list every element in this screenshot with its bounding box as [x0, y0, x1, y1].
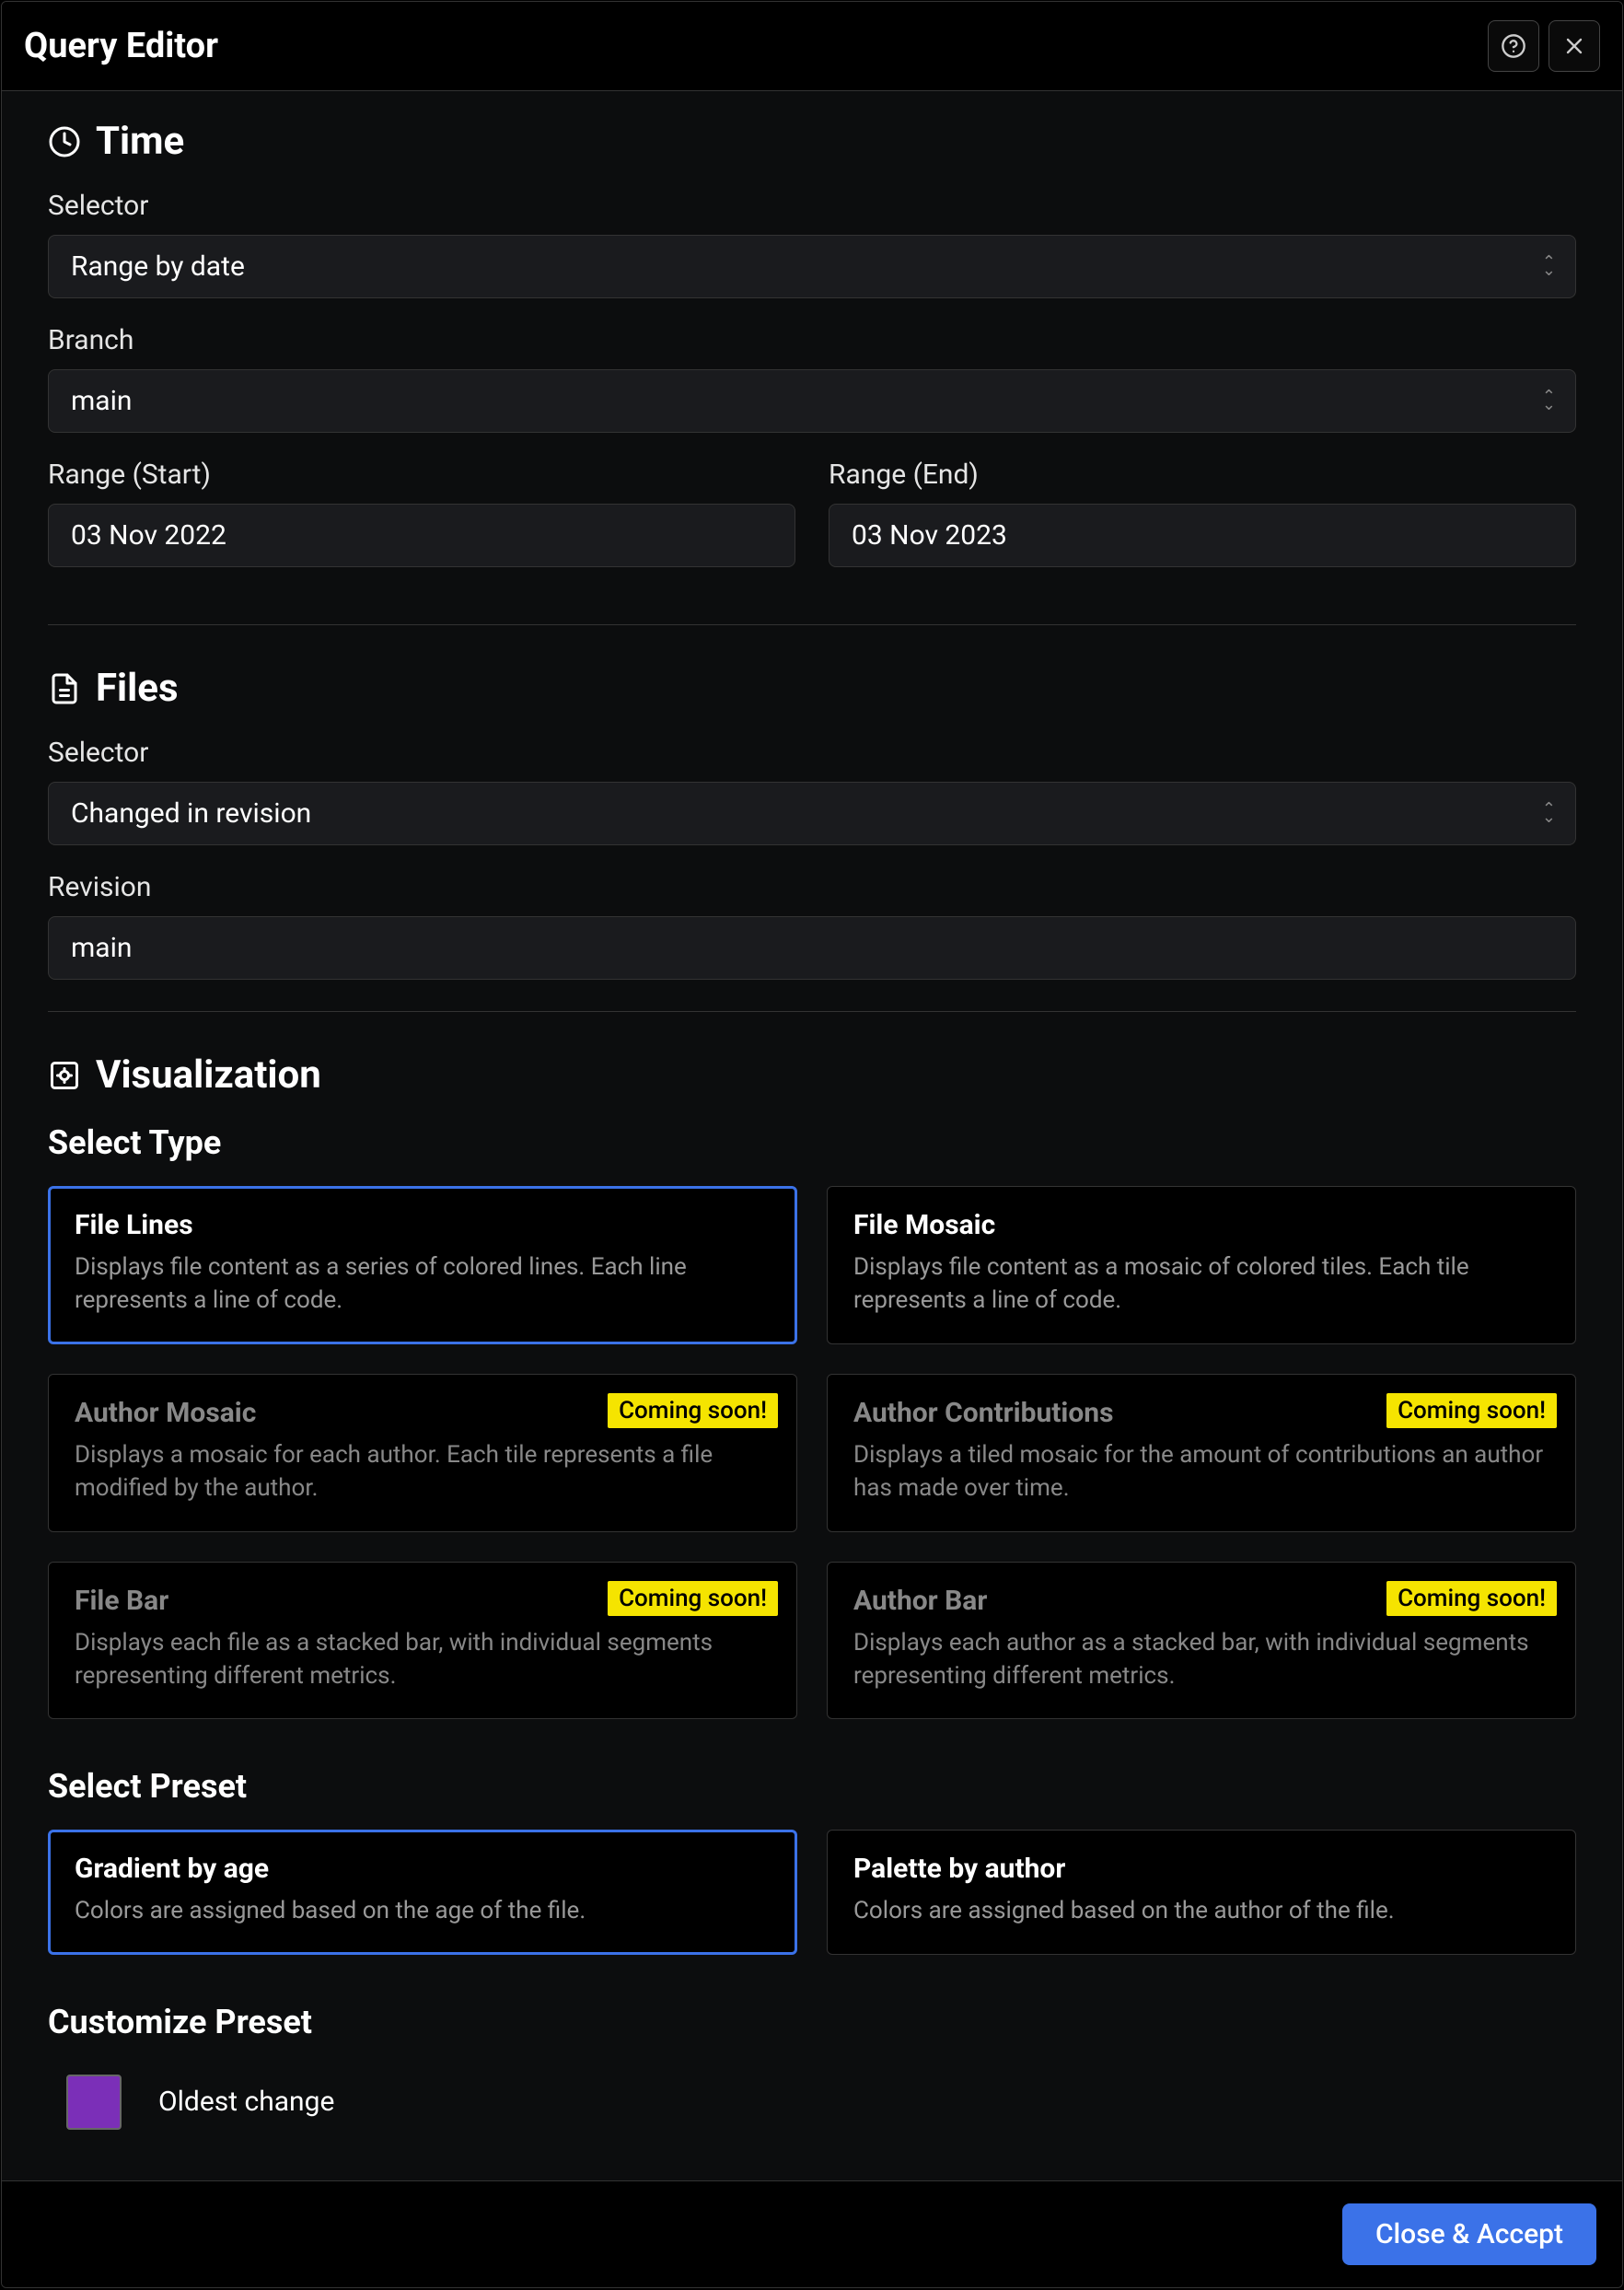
time-heading-text: Time [96, 119, 184, 164]
range-end-label: Range (End) [829, 459, 1576, 491]
file-icon [48, 672, 81, 705]
branch-label: Branch [48, 324, 1576, 356]
type-card: Author ContributionsDisplays a tiled mos… [827, 1374, 1576, 1532]
type-card: Author BarDisplays each author as a stac… [827, 1562, 1576, 1720]
time-selector-select[interactable]: Range by date [48, 235, 1576, 298]
coming-soon-badge: Coming soon! [1386, 1581, 1557, 1616]
modal-header: Query Editor [2, 2, 1622, 91]
range-end-input[interactable] [829, 504, 1576, 567]
type-card: Author MosaicDisplays a mosaic for each … [48, 1374, 797, 1532]
time-section: Time Selector Range by date ⌃⌄ Branch ma… [48, 119, 1576, 593]
files-selector-select[interactable]: Changed in revision [48, 782, 1576, 845]
preset-card-grid: Gradient by age Colors are assigned based… [48, 1830, 1576, 1954]
select-type-heading: Select Type [48, 1123, 1576, 1162]
type-card-grid: File Lines Displays file content as a ser… [48, 1186, 1576, 1719]
type-card: File BarDisplays each file as a stacked … [48, 1562, 797, 1720]
type-card-description: Displays file content as a mosaic of col… [853, 1250, 1549, 1318]
preset-card[interactable]: Palette by author Colors are assigned bas… [827, 1830, 1576, 1954]
customize-preset-heading: Customize Preset [48, 2003, 1576, 2041]
swatch-label: Oldest change [158, 2086, 334, 2118]
time-heading: Time [48, 119, 1576, 164]
range-end-field: Range (End) [829, 459, 1576, 567]
modal-body[interactable]: Time Selector Range by date ⌃⌄ Branch ma… [2, 91, 1622, 2180]
type-card-title: File Mosaic [853, 1209, 1549, 1241]
type-card[interactable]: File Lines Displays file content as a ser… [48, 1186, 797, 1344]
divider [48, 624, 1576, 625]
help-button[interactable] [1488, 20, 1539, 72]
files-selector-field: Selector Changed in revision ⌃⌄ [48, 737, 1576, 845]
visualization-heading: Visualization [48, 1052, 1576, 1098]
revision-input[interactable] [48, 916, 1576, 980]
range-start-field: Range (Start) [48, 459, 795, 567]
time-selector-label: Selector [48, 190, 1576, 222]
header-actions [1488, 20, 1600, 72]
close-accept-button[interactable]: Close & Accept [1342, 2203, 1596, 2265]
type-card-description: Displays each file as a stacked bar, wit… [75, 1626, 771, 1693]
type-card[interactable]: File Mosaic Displays file content as a mo… [827, 1186, 1576, 1344]
range-start-label: Range (Start) [48, 459, 795, 491]
divider [48, 1011, 1576, 1012]
type-card-description: Displays file content as a series of col… [75, 1250, 771, 1318]
preset-card-title: Palette by author [853, 1853, 1549, 1885]
swatch-row: Oldest change [48, 2065, 1576, 2139]
preset-card[interactable]: Gradient by age Colors are assigned based… [48, 1830, 797, 1954]
visualization-icon [48, 1059, 81, 1092]
branch-select[interactable]: main [48, 369, 1576, 433]
swatch-list: Oldest change [48, 2065, 1576, 2139]
modal-title: Query Editor [24, 26, 218, 66]
select-preset-heading: Select Preset [48, 1767, 1576, 1806]
preset-card-title: Gradient by age [75, 1853, 771, 1885]
close-button[interactable] [1549, 20, 1600, 72]
range-start-input[interactable] [48, 504, 795, 567]
files-heading: Files [48, 666, 1576, 711]
type-card-description: Displays each author as a stacked bar, w… [853, 1626, 1549, 1693]
help-icon [1501, 33, 1526, 59]
color-swatch[interactable] [66, 2075, 122, 2130]
coming-soon-badge: Coming soon! [608, 1393, 778, 1428]
time-selector-field: Selector Range by date ⌃⌄ [48, 190, 1576, 298]
coming-soon-badge: Coming soon! [608, 1581, 778, 1616]
revision-label: Revision [48, 871, 1576, 903]
coming-soon-badge: Coming soon! [1386, 1393, 1557, 1428]
files-selector-label: Selector [48, 737, 1576, 769]
type-card-description: Displays a tiled mosaic for the amount o… [853, 1438, 1549, 1505]
files-section: Files Selector Changed in revision ⌃⌄ Re… [48, 666, 1576, 980]
type-card-title: File Lines [75, 1209, 771, 1241]
query-editor-modal: Query Editor Time Selector Range by date… [1, 1, 1623, 2288]
files-heading-text: Files [96, 666, 179, 711]
close-icon [1561, 33, 1587, 59]
clock-icon [48, 125, 81, 158]
branch-field: Branch main ⌃⌄ [48, 324, 1576, 433]
modal-footer: Close & Accept [2, 2180, 1622, 2287]
type-card-description: Displays a mosaic for each author. Each … [75, 1438, 771, 1505]
revision-field: Revision [48, 871, 1576, 980]
visualization-heading-text: Visualization [96, 1052, 321, 1098]
preset-card-description: Colors are assigned based on the author … [853, 1894, 1549, 1927]
visualization-section: Visualization Select Type File Lines Disp… [48, 1052, 1576, 2139]
preset-card-description: Colors are assigned based on the age of … [75, 1894, 771, 1927]
